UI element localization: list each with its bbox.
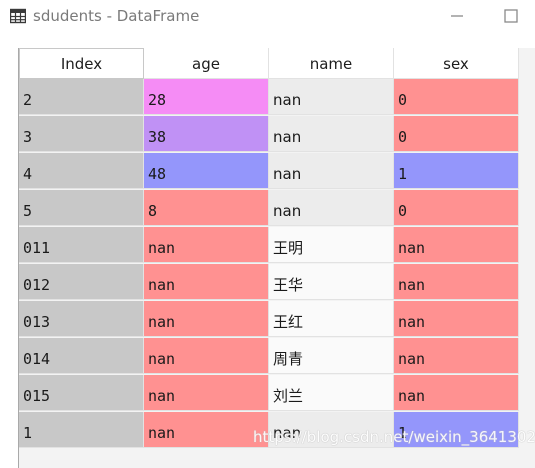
table-row: 3 38 nan 0 (19, 116, 535, 153)
index-cell: 014 (19, 338, 144, 374)
index-cell: 011 (19, 227, 144, 263)
age-cell[interactable]: nan (144, 338, 269, 374)
dataframe-grid: Index age name sex 2 28 nan 0 3 38 nan 0 4 48 nan 1 5 8 n… (18, 48, 535, 468)
age-cell[interactable]: 8 (144, 190, 269, 226)
index-cell: 1 (19, 412, 144, 448)
table-icon (10, 8, 26, 24)
sex-cell[interactable]: nan (394, 375, 519, 411)
name-cell[interactable]: 刘兰 (269, 375, 394, 411)
sex-cell[interactable]: 0 (394, 79, 519, 115)
table-row: 012 nan 王华 nan (19, 264, 535, 301)
index-cell: 015 (19, 375, 144, 411)
table-row: 015 nan 刘兰 nan (19, 375, 535, 412)
index-cell: 2 (19, 79, 144, 115)
header-row: Index age name sex (19, 48, 535, 79)
name-cell[interactable]: 王明 (269, 227, 394, 263)
header-name[interactable]: name (269, 48, 394, 79)
header-sex[interactable]: sex (394, 48, 519, 79)
age-cell[interactable]: nan (144, 301, 269, 337)
maximize-icon[interactable] (502, 7, 520, 25)
index-cell: 4 (19, 153, 144, 189)
header-age[interactable]: age (144, 48, 269, 79)
index-cell: 3 (19, 116, 144, 152)
sex-cell[interactable]: 0 (394, 190, 519, 226)
table-row: 011 nan 王明 nan (19, 227, 535, 264)
minimize-icon[interactable] (448, 7, 466, 25)
name-cell[interactable]: 王华 (269, 264, 394, 300)
table-row: 014 nan 周青 nan (19, 338, 535, 375)
index-cell: 013 (19, 301, 144, 337)
name-cell[interactable]: nan (269, 79, 394, 115)
table-row: 2 28 nan 0 (19, 79, 535, 116)
age-cell[interactable]: nan (144, 375, 269, 411)
name-cell[interactable]: 周青 (269, 338, 394, 374)
title-bar: sdudents - DataFrame (0, 0, 535, 34)
sex-cell[interactable]: nan (394, 227, 519, 263)
age-cell[interactable]: nan (144, 264, 269, 300)
name-cell[interactable]: nan (269, 153, 394, 189)
age-cell[interactable]: 48 (144, 153, 269, 189)
index-cell: 012 (19, 264, 144, 300)
name-cell[interactable]: nan (269, 190, 394, 226)
age-cell[interactable]: 28 (144, 79, 269, 115)
sex-cell[interactable]: 1 (394, 153, 519, 189)
window-title: sdudents - DataFrame (33, 7, 200, 25)
age-cell[interactable]: nan (144, 227, 269, 263)
sex-cell[interactable]: nan (394, 338, 519, 374)
name-cell[interactable]: 王红 (269, 301, 394, 337)
name-cell[interactable]: nan (269, 116, 394, 152)
sex-cell[interactable]: nan (394, 264, 519, 300)
watermark: https://blog.csdn.net/weixin_36413027 (253, 428, 535, 446)
age-cell[interactable]: 38 (144, 116, 269, 152)
table-row: 5 8 nan 0 (19, 190, 535, 227)
header-index[interactable]: Index (19, 48, 144, 79)
age-cell[interactable]: nan (144, 412, 269, 448)
table-row: 4 48 nan 1 (19, 153, 535, 190)
table-row: 013 nan 王红 nan (19, 301, 535, 338)
index-cell: 5 (19, 190, 144, 226)
sex-cell[interactable]: 0 (394, 116, 519, 152)
sex-cell[interactable]: nan (394, 301, 519, 337)
